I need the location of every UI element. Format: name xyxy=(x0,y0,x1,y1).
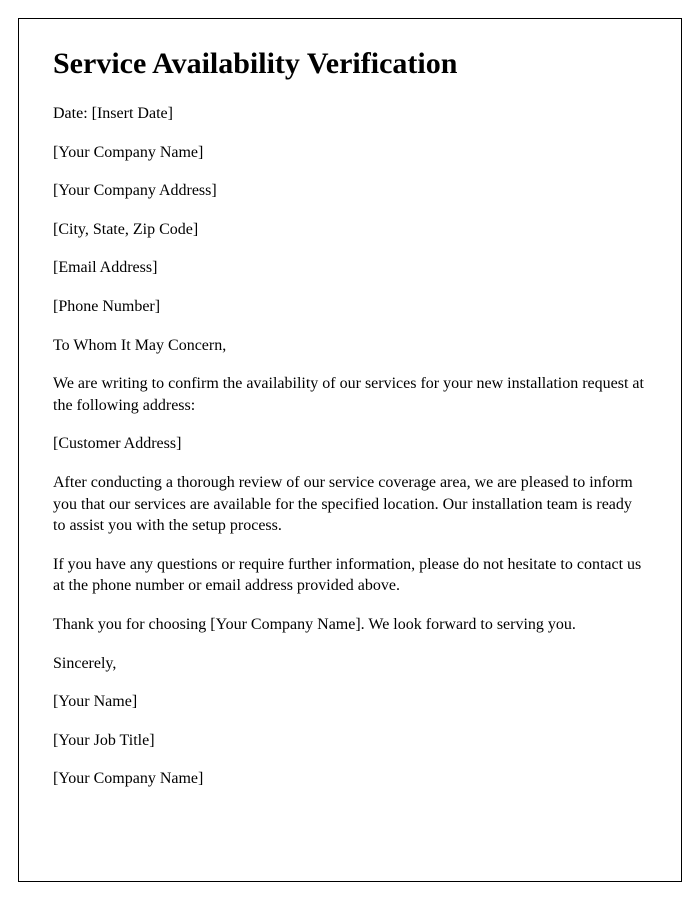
city-state-zip-line: [City, State, Zip Code] xyxy=(53,219,647,241)
company-address-line: [Your Company Address] xyxy=(53,180,647,202)
document-title: Service Availability Verification xyxy=(53,47,647,81)
phone-line: [Phone Number] xyxy=(53,296,647,318)
closing-line: Sincerely, xyxy=(53,653,647,675)
signer-company-line: [Your Company Name] xyxy=(53,768,647,790)
salutation-line: To Whom It May Concern, xyxy=(53,335,647,357)
customer-address-line: [Customer Address] xyxy=(53,433,647,455)
email-line: [Email Address] xyxy=(53,257,647,279)
intro-paragraph: We are writing to confirm the availabili… xyxy=(53,373,647,416)
availability-paragraph: After conducting a thorough review of ou… xyxy=(53,472,647,537)
company-name-line: [Your Company Name] xyxy=(53,142,647,164)
date-line: Date: [Insert Date] xyxy=(53,103,647,125)
thankyou-paragraph: Thank you for choosing [Your Company Nam… xyxy=(53,614,647,636)
contact-paragraph: If you have any questions or require fur… xyxy=(53,554,647,597)
signer-name-line: [Your Name] xyxy=(53,691,647,713)
signer-title-line: [Your Job Title] xyxy=(53,730,647,752)
document-page: Service Availability Verification Date: … xyxy=(18,18,682,882)
